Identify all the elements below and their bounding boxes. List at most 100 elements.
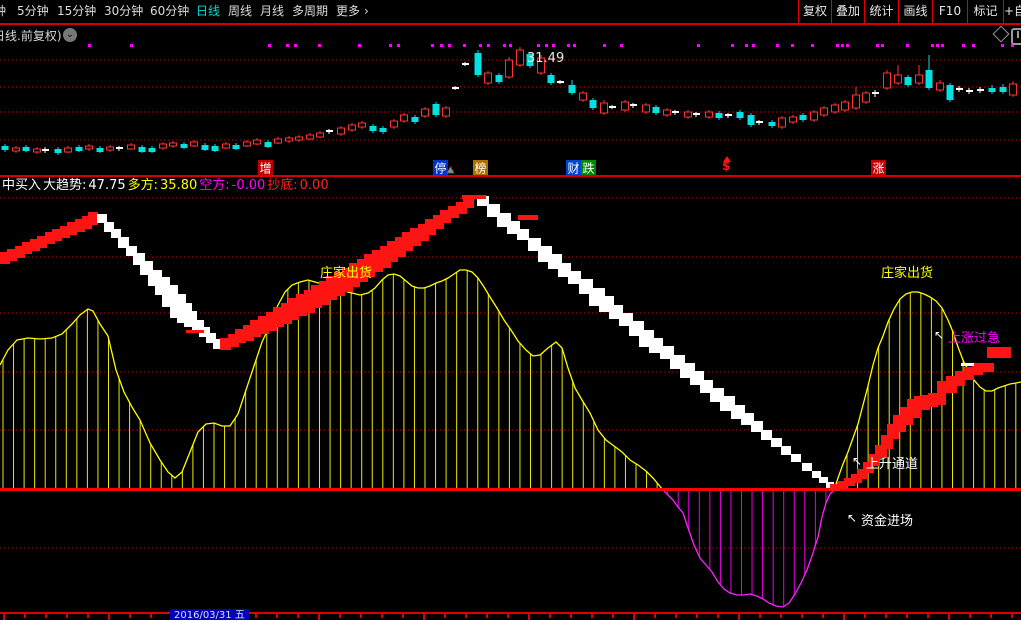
candle-down (23, 147, 30, 151)
stair-block-3 (761, 430, 772, 440)
annotation-arrow-icon: ↖ (934, 328, 944, 342)
signal-dot (745, 44, 748, 47)
event-badge-label-1: 停 (435, 161, 447, 176)
candle-up (359, 123, 366, 127)
candle-down (748, 115, 755, 125)
signal-dot (440, 44, 443, 47)
candle-down (1000, 87, 1007, 92)
toolbar-button-4[interactable]: F10 (932, 0, 967, 23)
candle-up (401, 115, 408, 121)
period-tab-6[interactable]: 周线 (228, 0, 252, 23)
indicator-value-5: 空方: (199, 178, 229, 193)
period-tab-7[interactable]: 月线 (260, 0, 284, 23)
candle-up (643, 105, 650, 112)
candle-up (517, 50, 524, 65)
signal-dot (881, 44, 884, 47)
signal-dot (487, 44, 490, 47)
candle-down (55, 149, 62, 153)
candle-up (685, 112, 692, 117)
stair-block-0 (88, 212, 98, 225)
candle-up (317, 133, 324, 137)
toolbar-button-6[interactable]: +自 (1003, 0, 1021, 23)
candle-down (139, 147, 146, 152)
candle-up (422, 109, 429, 116)
annotation-text-1: 庄家出货 (881, 265, 933, 281)
signal-dot (503, 44, 506, 47)
candle-up (842, 102, 849, 110)
signal-dot (130, 44, 133, 47)
candle-up (811, 112, 818, 120)
annotation-text-2: 上涨过急 (948, 331, 1000, 346)
period-tab-10[interactable]: › (364, 0, 369, 23)
candle-up (580, 93, 587, 100)
signal-dot (972, 44, 975, 47)
stair-block-3 (771, 438, 782, 447)
period-tab-8[interactable]: 多周期 (292, 0, 328, 23)
candle-down (496, 75, 503, 82)
candle-up (601, 103, 608, 113)
candle-up (664, 110, 671, 115)
toolbar-button-1[interactable]: 叠加 (831, 0, 864, 23)
diamond-icon[interactable] (993, 26, 1010, 43)
signal-dot (294, 44, 297, 47)
signal-dot (941, 44, 944, 47)
signal-dot (268, 44, 271, 47)
dollar-marker: $ (722, 159, 730, 173)
candle-up (443, 108, 450, 116)
candle-up (622, 102, 629, 110)
period-tab-4[interactable]: 60分钟 (150, 0, 189, 23)
candle-down (475, 53, 482, 75)
signal-dot (358, 44, 361, 47)
window-split-icon[interactable] (1011, 28, 1021, 45)
indicator-value-6: -0.00 (232, 178, 266, 193)
candle-up (821, 108, 828, 115)
stair-block-3 (812, 471, 821, 478)
candle-down (926, 70, 933, 88)
candle-up (191, 142, 198, 146)
signal-dot (603, 44, 606, 47)
toolbar-button-3[interactable]: 画线 (898, 0, 932, 23)
signal-dot (841, 44, 844, 47)
period-tab-3[interactable]: 30分钟 (104, 0, 143, 23)
toolbar-button-5[interactable]: 标记 (967, 0, 1003, 23)
candle-down (149, 148, 156, 152)
candle-up (506, 60, 513, 77)
stair-white-tick (961, 363, 974, 366)
candle-up (107, 147, 114, 150)
period-toolbar: 钟 5分钟 15分钟 30分钟 60分钟日线周线月线多周期更多› 复权叠加统计画线F10标… (0, 0, 1021, 25)
annotation-text-3: 上升通道 (866, 457, 918, 472)
period-tab-0[interactable]: 钟 (0, 0, 6, 23)
period-tab-5[interactable]: 日线 (196, 0, 220, 23)
stair-block-1 (97, 214, 107, 223)
toolbar-button-0[interactable]: 复权 (798, 0, 831, 23)
candle-down (769, 122, 776, 126)
period-tab-1[interactable]: 5分钟 (17, 0, 49, 23)
candle-down (947, 85, 954, 100)
candle-up (286, 138, 293, 141)
signal-dot (463, 44, 466, 47)
stair-red-tick (186, 330, 204, 333)
period-tab-2[interactable]: 15分钟 (57, 0, 96, 23)
signal-dot (697, 44, 700, 47)
candle-up (160, 144, 167, 148)
candle-up (244, 142, 251, 146)
candle-up (338, 128, 345, 134)
candle-up (349, 125, 356, 130)
event-badge-label-4: 跌 (583, 161, 595, 176)
chart-area[interactable]: 31.49增停榜财跌涨$庄家出货庄家出货↖上涨过急↖上升通道↖资金进场 (0, 0, 1021, 620)
period-tab-9[interactable]: 更多 (336, 0, 360, 23)
signal-dot (552, 44, 555, 47)
candle-down (202, 145, 209, 150)
candle-up (34, 149, 41, 152)
candle-up (485, 73, 492, 83)
candle-up (170, 143, 177, 146)
candle-up (254, 140, 261, 144)
stair-block-3 (781, 446, 791, 455)
candle-down (181, 144, 188, 148)
stair-block-4 (987, 347, 1011, 358)
chevron-down-icon[interactable]: ⌄ (63, 28, 77, 42)
candle-down (97, 148, 104, 152)
toolbar-button-2[interactable]: 统计 (864, 0, 898, 23)
candle-up (65, 148, 72, 152)
date-axis-label[interactable]: 2016/03/31 五 (170, 609, 249, 620)
